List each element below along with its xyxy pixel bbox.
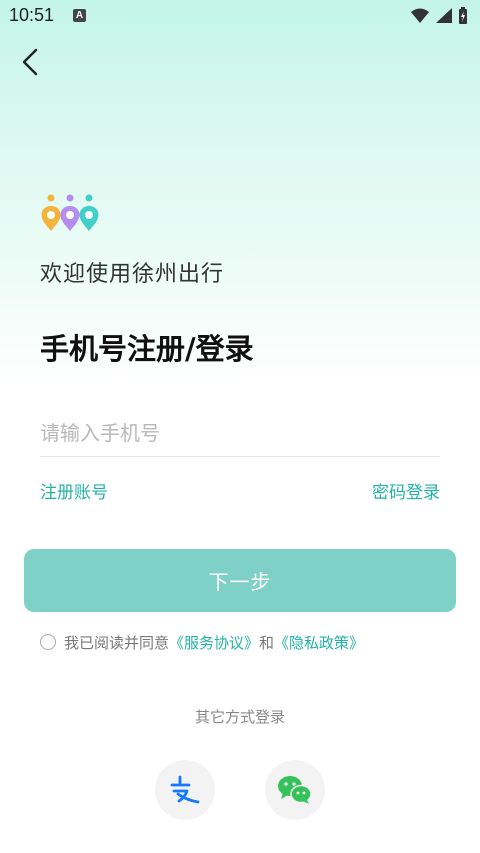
logo-pin-yellow	[41, 194, 61, 231]
other-login-title: 其它方式登录	[194, 708, 285, 726]
register-link[interactable]: 注册账号	[40, 478, 108, 503]
accessibility-icon: A	[73, 9, 86, 22]
wechat-login-button[interactable]	[265, 760, 325, 820]
signal-icon	[436, 8, 452, 23]
alipay-icon	[170, 775, 200, 804]
app-logo-icon	[41, 194, 99, 231]
status-bar: 10:51 A	[0, 0, 480, 32]
agreement-row: 我已阅读并同意 《服务协议》 和 《隐私政策》	[40, 631, 364, 653]
battery-icon	[459, 7, 467, 24]
next-step-button[interactable]: 下一步	[24, 549, 456, 612]
back-button[interactable]	[14, 44, 48, 80]
chevron-left-icon	[22, 48, 38, 76]
password-login-link[interactable]: 密码登录	[372, 478, 440, 503]
page-title: 手机号注册/登录	[40, 332, 254, 366]
logo-pin-teal	[79, 194, 99, 231]
agreement-prefix: 我已阅读并同意	[64, 633, 170, 652]
welcome-text: 欢迎使用徐州出行	[40, 262, 225, 287]
status-time: 10:51	[9, 5, 55, 25]
agreement-and: 和	[259, 633, 275, 652]
status-icons	[411, 7, 467, 24]
privacy-policy-link[interactable]: 《隐私政策》	[274, 632, 364, 653]
wechat-icon	[278, 776, 312, 804]
phone-input[interactable]	[40, 410, 440, 457]
service-agreement-link[interactable]: 《服务协议》	[169, 632, 259, 653]
agreement-checkbox[interactable]	[40, 634, 56, 650]
wifi-icon	[411, 8, 429, 23]
logo-pin-purple	[60, 194, 80, 231]
alipay-login-button[interactable]	[155, 760, 215, 820]
